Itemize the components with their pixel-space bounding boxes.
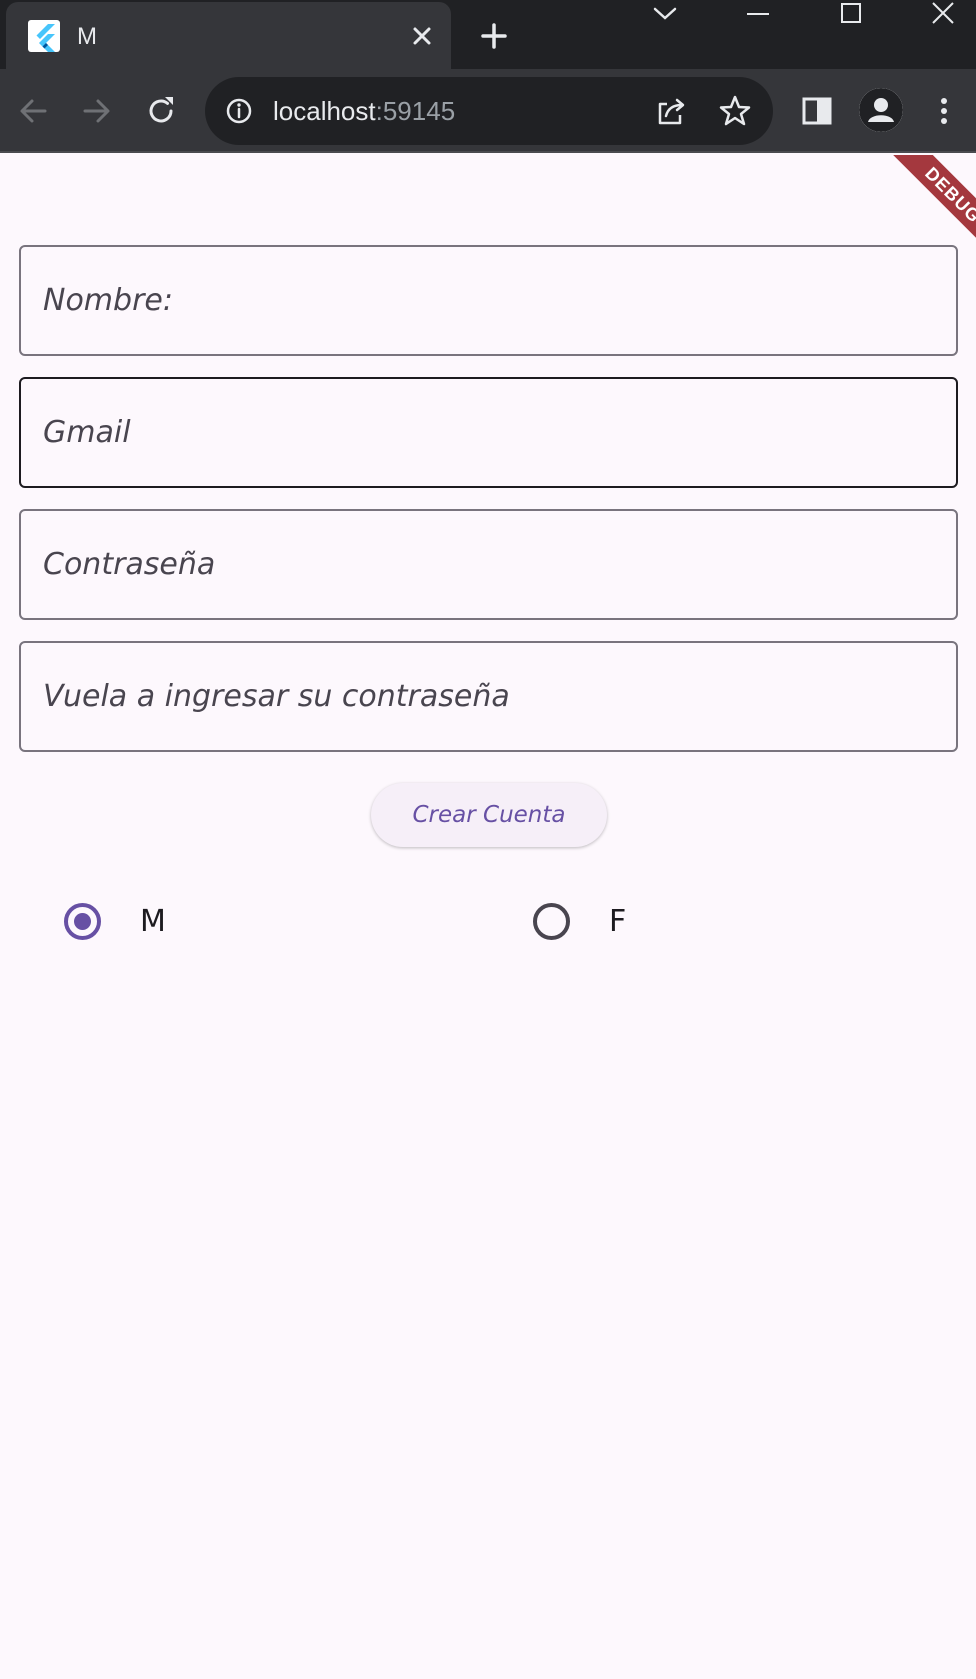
side-panel-icon[interactable] — [799, 93, 835, 129]
bookmark-star-icon[interactable] — [718, 94, 752, 128]
password-input[interactable] — [43, 511, 933, 618]
flutter-favicon-icon — [28, 20, 60, 52]
confirm-password-field[interactable] — [19, 641, 958, 752]
nombre-field[interactable] — [19, 245, 958, 356]
radio-f[interactable] — [533, 903, 570, 940]
url-text[interactable]: localhost:59145 — [273, 96, 455, 126]
new-tab-plus-icon[interactable] — [478, 20, 510, 52]
reload-icon[interactable] — [143, 93, 179, 129]
maximize-icon[interactable] — [826, 0, 876, 34]
password-field[interactable] — [19, 509, 958, 620]
close-tab-icon[interactable] — [408, 22, 436, 50]
radio-m-label: M — [140, 904, 166, 939]
forward-arrow-icon[interactable] — [79, 93, 115, 129]
gmail-field[interactable] — [19, 377, 958, 488]
kebab-menu-icon[interactable] — [926, 93, 962, 129]
crear-cuenta-button[interactable]: Crear Cuenta — [371, 783, 607, 847]
browser-toolbar: localhost:59145 — [0, 69, 976, 153]
address-bar[interactable]: localhost:59145 — [205, 77, 773, 145]
browser-tab[interactable]: M — [6, 2, 451, 69]
share-icon[interactable] — [654, 94, 688, 128]
close-window-icon[interactable] — [918, 0, 968, 34]
tab-search-chevron-icon[interactable] — [640, 0, 690, 34]
back-arrow-icon[interactable] — [15, 93, 51, 129]
confirm-password-input[interactable] — [43, 643, 933, 750]
site-info-icon[interactable] — [225, 97, 253, 125]
nombre-input[interactable] — [43, 247, 933, 354]
tab-title: M — [77, 23, 97, 50]
profile-avatar-icon[interactable] — [859, 88, 903, 132]
browser-tab-strip: M — [0, 0, 976, 69]
radio-f-label: F — [609, 904, 627, 939]
url-host: localhost — [273, 96, 376, 126]
gmail-input[interactable] — [43, 379, 933, 486]
url-port: :59145 — [375, 96, 456, 126]
minimize-icon[interactable] — [733, 0, 783, 34]
gender-option-f[interactable]: F — [533, 896, 833, 956]
app-page: DEBUG Crear Cuenta M F — [0, 155, 976, 1679]
gender-option-m[interactable]: M — [64, 896, 364, 956]
radio-m[interactable] — [64, 903, 101, 940]
